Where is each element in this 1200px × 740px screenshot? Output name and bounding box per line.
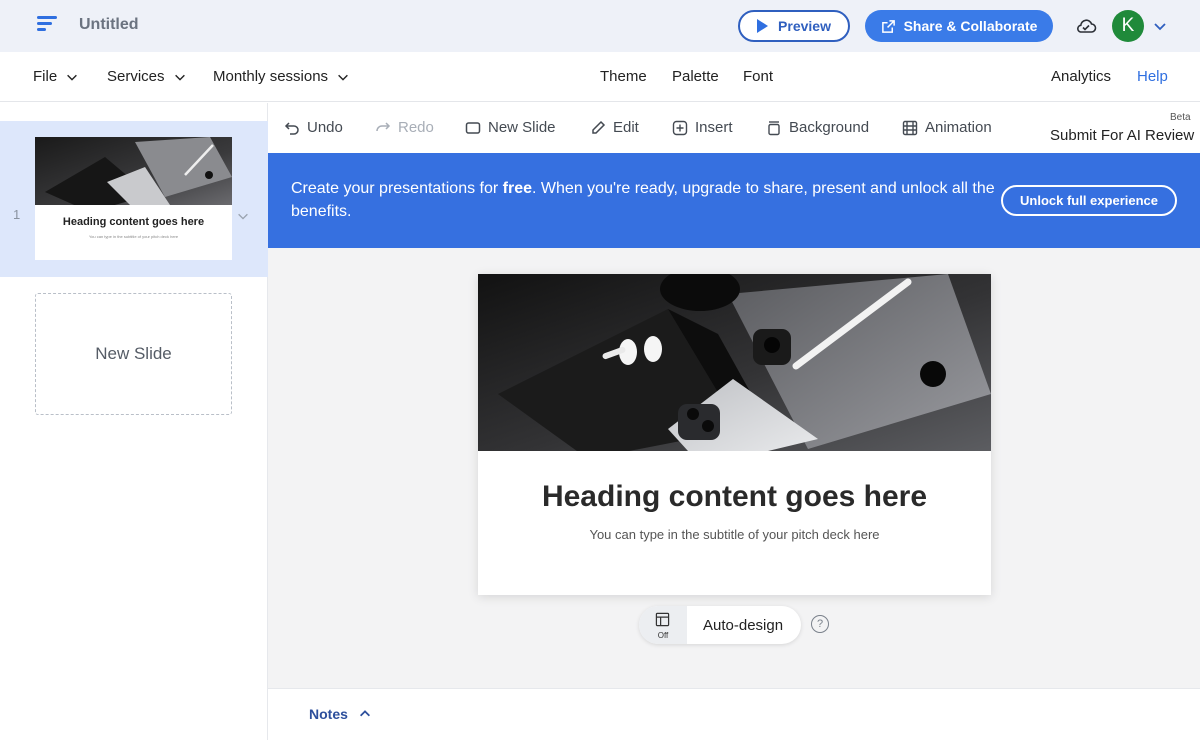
undo-icon	[284, 121, 299, 135]
editor-toolbar: Undo Redo New Slide Edit Insert Backgrou…	[268, 103, 1200, 153]
hamburger-menu-icon[interactable]	[37, 16, 57, 34]
help-link[interactable]: Help	[1137, 68, 1168, 85]
new-slide-placeholder[interactable]: New Slide	[35, 293, 232, 415]
auto-design-toggle[interactable]: Off	[639, 606, 687, 644]
edit-button[interactable]: Edit	[590, 119, 639, 136]
share-label: Share & Collaborate	[903, 18, 1038, 34]
avatar[interactable]: K	[1112, 10, 1144, 42]
background-label: Background	[789, 119, 870, 136]
chevron-up-icon	[359, 710, 370, 717]
monthly-sessions-label: Monthly sessions	[213, 68, 329, 85]
theme-menu[interactable]: Theme	[600, 68, 647, 85]
unlock-full-experience-button[interactable]: Unlock full experience	[1001, 185, 1177, 216]
font-menu[interactable]: Font	[743, 68, 773, 85]
help-circle-icon[interactable]: ?	[811, 615, 829, 633]
new-slide-label: New Slide	[488, 119, 556, 136]
upgrade-banner: Create your presentations for free. When…	[268, 153, 1200, 248]
slide-canvas: Heading content goes here You can type i…	[268, 248, 1200, 688]
redo-label: Redo	[398, 119, 434, 136]
slide-thumbnail[interactable]: Heading content goes here You can type i…	[35, 137, 232, 260]
share-collaborate-button[interactable]: Share & Collaborate	[865, 10, 1053, 42]
sidebar-slide-1[interactable]: 1 Heading content goes here You can type…	[0, 121, 268, 277]
ai-review-button[interactable]: Submit For AI Review	[1050, 127, 1194, 144]
insert-button[interactable]: Insert	[672, 119, 733, 136]
redo-button[interactable]: Redo	[375, 119, 434, 136]
banner-text-free: free	[502, 180, 533, 197]
file-menu[interactable]: File	[33, 68, 79, 85]
pencil-icon	[592, 120, 606, 134]
menu-row: File Services Monthly sessions Theme Pal…	[0, 52, 1200, 102]
banner-text-start: Create your presentations for	[291, 180, 503, 197]
top-bar: Untitled Preview Share & Collaborate K	[0, 0, 1200, 52]
services-menu[interactable]: Services	[107, 68, 187, 85]
auto-design-state: Off	[657, 631, 669, 640]
play-icon	[757, 19, 769, 33]
slide-heading[interactable]: Heading content goes here	[478, 480, 991, 514]
thumbnail-subtitle: You can type in the subtitle of your pit…	[88, 234, 179, 239]
animation-label: Animation	[925, 119, 992, 136]
thumbnail-heading: Heading content goes here	[62, 216, 205, 228]
background-button[interactable]: Background	[766, 119, 869, 136]
palette-menu[interactable]: Palette	[672, 68, 719, 85]
layout-icon	[655, 612, 670, 627]
new-slide-button[interactable]: New Slide	[465, 119, 556, 136]
film-icon	[902, 120, 918, 135]
chevron-down-icon[interactable]	[1152, 18, 1168, 34]
preview-label: Preview	[778, 18, 831, 34]
auto-design-label[interactable]: Auto-design	[703, 617, 783, 634]
animation-button[interactable]: Animation	[902, 119, 992, 136]
insert-label: Insert	[695, 119, 733, 136]
chevron-down-icon	[174, 74, 185, 81]
plus-square-icon	[672, 120, 688, 135]
slide-image[interactable]	[478, 274, 991, 451]
edit-label: Edit	[613, 119, 639, 136]
external-link-icon	[881, 19, 895, 33]
slide-thumbnail-image	[35, 137, 232, 205]
current-slide[interactable]: Heading content goes here You can type i…	[478, 274, 991, 595]
cloud-sync-icon[interactable]	[1074, 14, 1098, 38]
notes-bar: Notes	[268, 688, 1200, 740]
auto-design-control[interactable]: Off Auto-design	[639, 606, 801, 644]
chevron-down-icon	[67, 74, 78, 81]
beta-badge: Beta	[1170, 112, 1191, 123]
document-title[interactable]: Untitled	[79, 16, 139, 34]
monthly-sessions-menu[interactable]: Monthly sessions	[213, 68, 350, 85]
notes-label: Notes	[309, 706, 348, 722]
slide-number: 1	[13, 207, 21, 222]
slide-subtitle[interactable]: You can type in the subtitle of your pit…	[478, 527, 991, 542]
slide-sidebar: 1 Heading content goes here You can type…	[0, 103, 268, 740]
file-menu-label: File	[33, 68, 58, 85]
undo-label: Undo	[307, 119, 343, 136]
services-menu-label: Services	[107, 68, 165, 85]
chevron-down-icon[interactable]	[236, 209, 250, 223]
preview-button[interactable]: Preview	[738, 10, 850, 42]
background-icon	[768, 120, 780, 135]
chevron-down-icon	[338, 74, 348, 81]
redo-icon	[376, 121, 391, 131]
slide-icon	[465, 121, 481, 134]
undo-button[interactable]: Undo	[284, 119, 343, 136]
banner-text: Create your presentations for free. When…	[291, 177, 1006, 223]
analytics-link[interactable]: Analytics	[1051, 68, 1111, 85]
notes-toggle[interactable]: Notes	[309, 706, 372, 722]
